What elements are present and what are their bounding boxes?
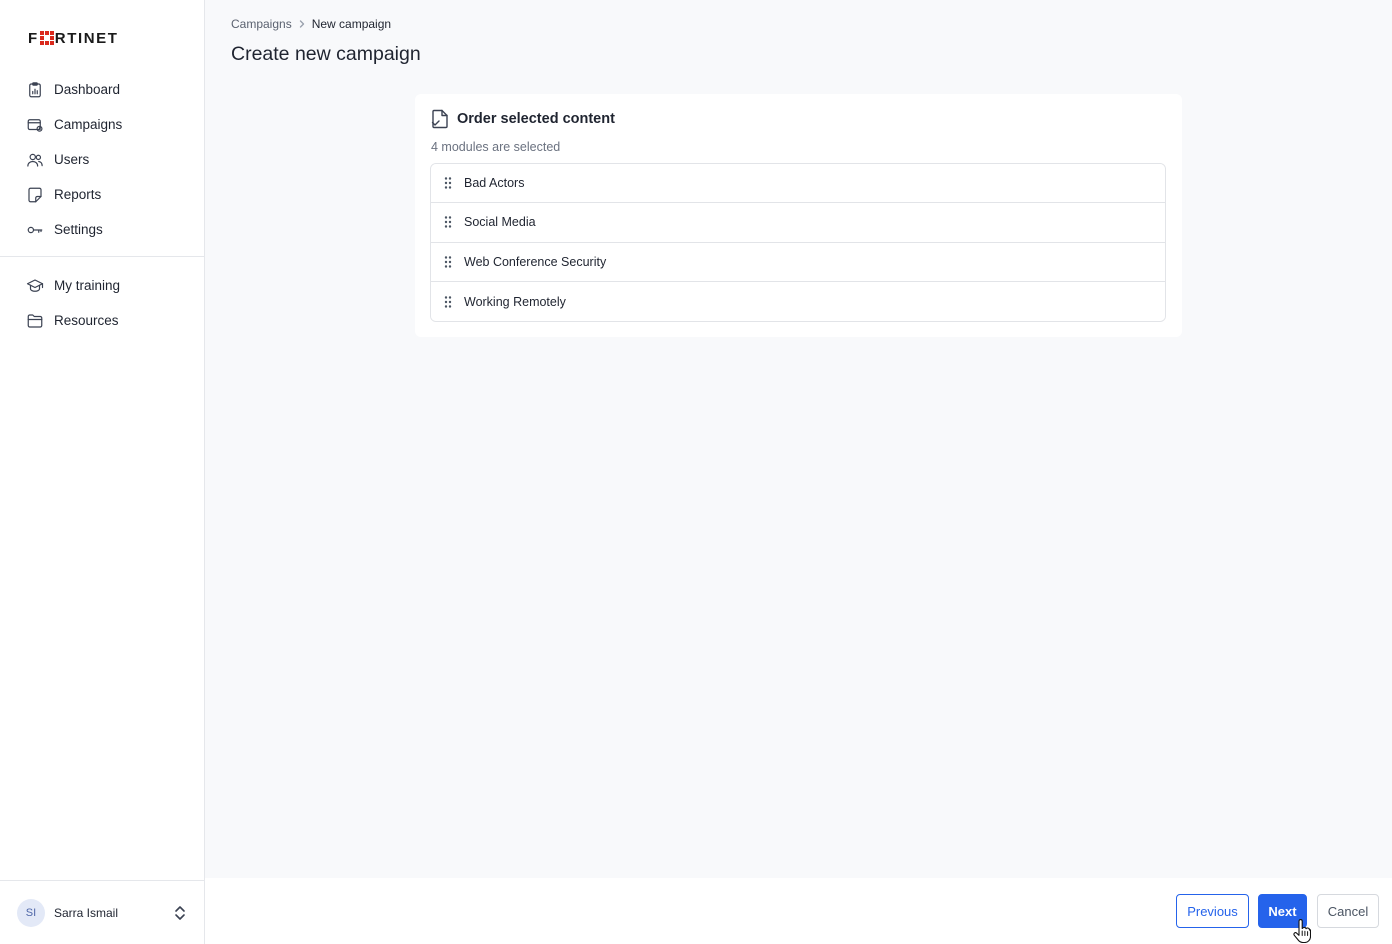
module-name: Social Media [464, 215, 536, 230]
drag-handle-icon[interactable] [443, 255, 453, 269]
sidebar-item-reports[interactable]: Reports [0, 177, 204, 212]
module-name: Working Remotely [464, 294, 566, 309]
sidebar-item-label: Campaigns [54, 117, 123, 132]
breadcrumb-campaigns-link[interactable]: Campaigns [231, 17, 292, 31]
module-row[interactable]: Bad Actors [431, 164, 1165, 204]
card-title: Order selected content [457, 111, 615, 127]
logo-text-left: F [28, 29, 39, 47]
key-icon [26, 221, 44, 239]
module-row[interactable]: Web Conference Security [431, 242, 1165, 282]
main-nav: Dashboard Campaigns Users Reports Settin… [0, 72, 204, 247]
module-row[interactable]: Social Media [431, 203, 1165, 243]
logo-mark-icon [39, 31, 54, 45]
fortinet-logo[interactable]: F RTINET [28, 29, 119, 47]
sidebar-item-my-training[interactable]: My training [0, 268, 204, 303]
secondary-nav: My training Resources [0, 268, 204, 338]
logo-text-right: RTINET [54, 29, 119, 47]
sidebar-item-resources[interactable]: Resources [0, 303, 204, 338]
users-icon [26, 151, 44, 169]
breadcrumb: Campaigns New campaign [231, 17, 391, 31]
user-menu[interactable]: SI Sarra Ismail [0, 880, 204, 944]
module-name: Web Conference Security [464, 254, 607, 269]
chevron-right-icon [299, 20, 304, 28]
drag-handle-icon[interactable] [443, 215, 453, 229]
breadcrumb-current: New campaign [311, 17, 392, 31]
campaign-card-icon [26, 116, 44, 134]
drag-handle-icon[interactable] [443, 176, 453, 190]
sidebar-item-campaigns[interactable]: Campaigns [0, 107, 204, 142]
sidebar-item-label: My training [54, 278, 121, 293]
sidebar-item-label: Settings [54, 222, 103, 237]
sidebar: F RTINET Dashboard Campaigns Users Repor… [0, 0, 205, 944]
order-content-card: Order selected content 4 modules are sel… [415, 94, 1182, 337]
sidebar-item-dashboard[interactable]: Dashboard [0, 72, 204, 107]
module-name: Bad Actors [464, 176, 525, 191]
previous-button[interactable]: Previous [1176, 894, 1249, 928]
sidebar-item-settings[interactable]: Settings [0, 212, 204, 247]
document-check-icon [431, 109, 448, 129]
sidebar-item-label: Reports [54, 187, 102, 202]
avatar: SI [17, 898, 45, 927]
module-row[interactable]: Working Remotely [431, 281, 1165, 322]
sidebar-item-label: Users [54, 152, 90, 167]
module-list: Bad Actors Social Media Web Conference S… [430, 163, 1166, 323]
sidebar-item-label: Dashboard [54, 82, 121, 97]
footer-actions: Previous Next Cancel [205, 878, 1392, 944]
page-title: Create new campaign [231, 43, 421, 65]
nav-divider [0, 256, 204, 257]
drag-handle-icon[interactable] [443, 295, 453, 309]
clipboard-chart-icon [26, 81, 44, 99]
user-name: Sarra Ismail [54, 905, 119, 920]
cancel-button[interactable]: Cancel [1317, 894, 1379, 928]
modules-selected-count: 4 modules are selected [431, 140, 561, 154]
card-header: Order selected content [431, 109, 615, 129]
sidebar-item-label: Resources [54, 313, 119, 328]
next-button[interactable]: Next [1258, 894, 1307, 928]
chevron-up-down-icon [175, 906, 185, 920]
graduation-cap-icon [26, 277, 44, 295]
sidebar-item-users[interactable]: Users [0, 142, 204, 177]
folder-icon [26, 312, 44, 330]
main-content: Campaigns New campaign Create new campai… [205, 0, 1392, 878]
report-icon [26, 186, 44, 204]
